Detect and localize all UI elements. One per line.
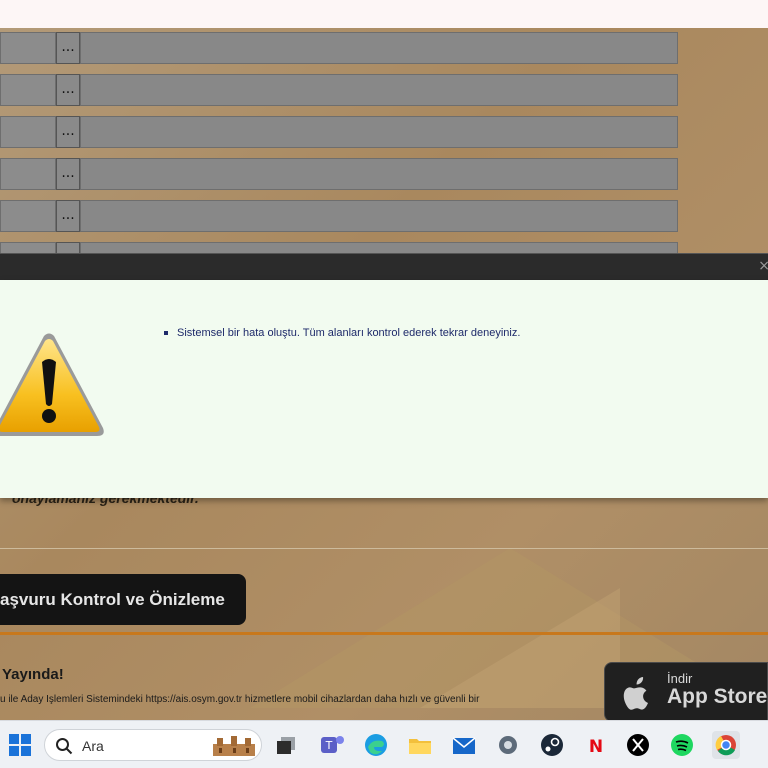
divider: [0, 548, 768, 549]
file-browse-button[interactable]: ...: [56, 158, 80, 190]
netflix-icon[interactable]: N: [582, 731, 610, 759]
app-store-small-label: İndir: [667, 671, 693, 686]
file-row-path[interactable]: [80, 74, 678, 106]
error-dialog: Sistemsel bir hata oluştu. Tüm alanları …: [0, 280, 768, 498]
app-store-label: App Store: [667, 685, 768, 708]
footer-rule: [0, 632, 768, 635]
teams-icon[interactable]: T: [318, 731, 346, 759]
edge-icon[interactable]: [362, 731, 390, 759]
error-list: Sistemsel bir hata oluştu. Tüm alanları …: [164, 327, 520, 339]
taskbar-search[interactable]: Ara: [44, 729, 262, 761]
svg-text:N: N: [589, 737, 603, 757]
steam-icon[interactable]: [538, 731, 566, 759]
file-row-path[interactable]: [80, 32, 678, 64]
file-browse-button[interactable]: ...: [56, 74, 80, 106]
file-row-field[interactable]: [0, 158, 56, 190]
file-row-field[interactable]: [0, 32, 56, 64]
file-row-field[interactable]: [0, 74, 56, 106]
taskview-icon[interactable]: [272, 731, 300, 759]
file-row-field[interactable]: [0, 200, 56, 232]
svg-text:T: T: [325, 739, 333, 752]
file-browse-button[interactable]: ...: [56, 200, 80, 232]
file-row-field[interactable]: [0, 116, 56, 148]
spotify-icon[interactable]: [668, 731, 696, 759]
file-row-path[interactable]: [80, 116, 678, 148]
top-strip: [0, 0, 768, 28]
apple-icon: [623, 677, 648, 710]
search-icon: [56, 738, 73, 755]
windows-start-icon[interactable]: [6, 731, 34, 759]
warning-icon: [0, 333, 104, 436]
file-row: ...: [0, 74, 678, 106]
modal-titlebar: ×: [0, 253, 768, 280]
file-row: ...: [0, 200, 678, 232]
error-message: Sistemsel bir hata oluştu. Tüm alanları …: [164, 327, 520, 339]
file-browse-button[interactable]: ...: [56, 32, 80, 64]
mail-icon[interactable]: [450, 731, 478, 759]
mobile-app-description: u ile Aday İşlemleri Sistemindeki https:…: [0, 694, 480, 705]
file-row: ...: [0, 116, 678, 148]
background-shard: [420, 588, 620, 708]
chrome-icon[interactable]: [712, 731, 740, 759]
file-row-path[interactable]: [80, 200, 678, 232]
search-highlight-icon: [213, 736, 255, 756]
preview-button[interactable]: aşvuru Kontrol ve Önizleme: [0, 574, 246, 625]
file-row-path[interactable]: [80, 158, 678, 190]
app-store-badge[interactable]: İndir App Store: [604, 662, 768, 720]
x-icon[interactable]: [624, 731, 652, 759]
search-placeholder: Ara: [82, 738, 104, 754]
file-row: ...: [0, 158, 678, 190]
taskbar: Ara T N: [0, 720, 768, 768]
settings-icon[interactable]: [494, 731, 522, 759]
file-row: ...: [0, 32, 678, 64]
close-icon[interactable]: ×: [758, 258, 768, 274]
mobile-app-title: Yayında!: [2, 666, 64, 683]
file-explorer-icon[interactable]: [406, 731, 434, 759]
file-browse-button[interactable]: ...: [56, 116, 80, 148]
